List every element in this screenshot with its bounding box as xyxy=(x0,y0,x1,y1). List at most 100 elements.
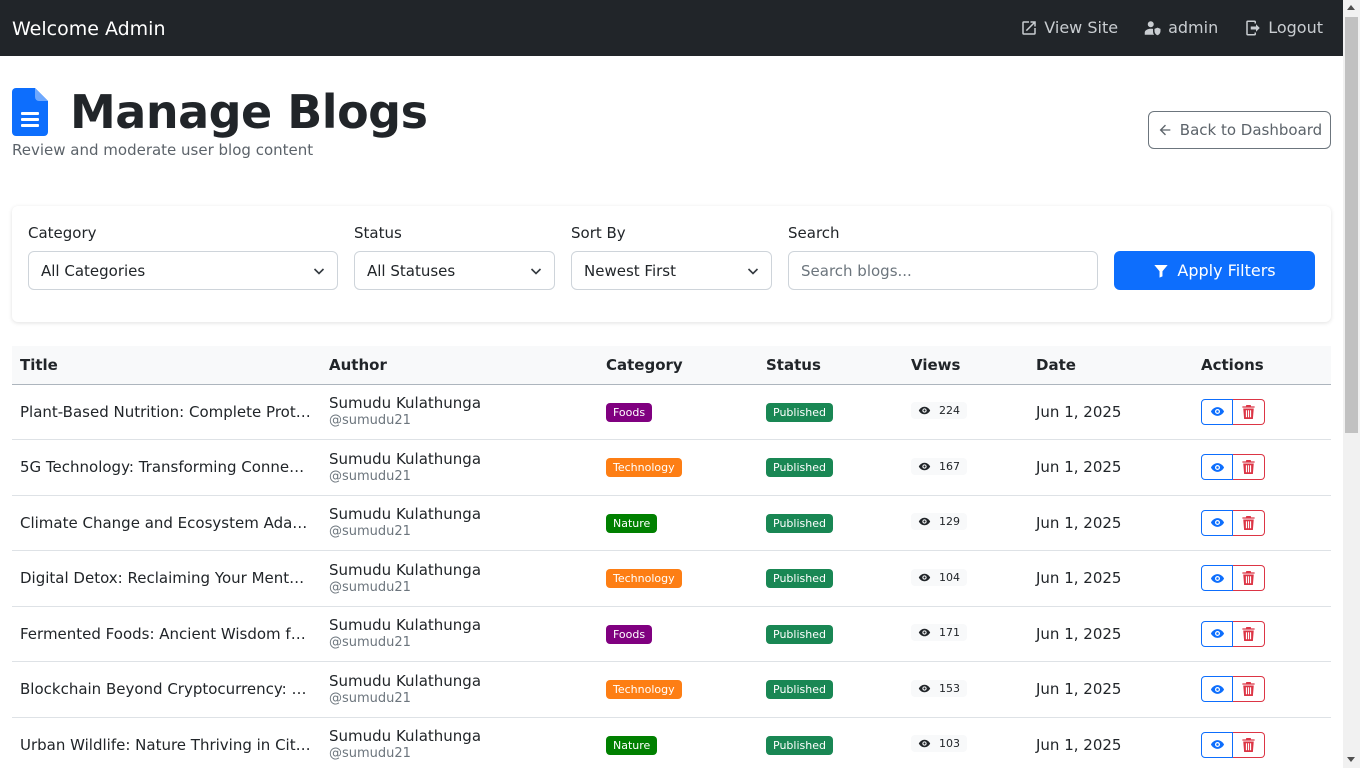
blog-title[interactable]: 5G Technology: Transforming Connectivity xyxy=(20,458,312,476)
blog-title[interactable]: Digital Detox: Reclaiming Your Mental He… xyxy=(20,569,312,587)
view-blog-button[interactable] xyxy=(1201,676,1233,703)
nav-logout-link[interactable]: Logout xyxy=(1244,18,1323,37)
eye-icon xyxy=(1210,684,1224,694)
author-handle: @sumudu21 xyxy=(329,524,411,540)
sort-label: Sort By xyxy=(571,224,626,242)
category-badge: Technology xyxy=(606,569,682,589)
table-header-row: Title Author Category Status Views Date … xyxy=(12,346,1331,385)
table-row: Climate Change and Ecosystem Adaptation … xyxy=(12,495,1331,551)
views-cell: 103 xyxy=(903,717,1028,768)
search-input[interactable]: Search blogs... xyxy=(788,251,1098,290)
nav-view-site-label: View Site xyxy=(1044,18,1119,37)
views-cell: 224 xyxy=(903,384,1028,440)
title-cell: Climate Change and Ecosystem Adaptation xyxy=(12,495,321,551)
author-handle: @sumudu21 xyxy=(329,635,411,651)
actions-cell xyxy=(1193,439,1331,496)
eye-icon xyxy=(918,684,931,693)
category-cell: Nature xyxy=(598,495,758,551)
category-cell: Nature xyxy=(598,717,758,768)
chevron-down-icon xyxy=(530,268,542,275)
scroll-up-arrow-icon[interactable] xyxy=(1347,5,1355,10)
back-to-dashboard-button[interactable]: Back to Dashboard xyxy=(1148,111,1331,149)
status-badge: Published xyxy=(766,680,833,700)
status-select[interactable]: All Statuses xyxy=(354,251,555,290)
filter-card: Category All Categories Status All Statu… xyxy=(12,206,1331,322)
scroll-down-arrow-icon[interactable] xyxy=(1347,757,1355,762)
view-blog-button[interactable] xyxy=(1201,565,1233,592)
author-name: Sumudu Kulathunga xyxy=(329,505,482,524)
scrollbar-thumb[interactable] xyxy=(1345,17,1358,433)
header-status: Status xyxy=(758,346,903,385)
header-actions: Actions xyxy=(1193,346,1331,385)
row-actions xyxy=(1201,731,1265,758)
category-cell: Foods xyxy=(598,384,758,440)
navbar-brand[interactable]: Welcome Admin xyxy=(12,17,166,41)
views-badge: 103 xyxy=(911,735,967,753)
delete-blog-button[interactable] xyxy=(1233,731,1265,758)
back-to-dashboard-label: Back to Dashboard xyxy=(1179,121,1323,139)
actions-cell xyxy=(1193,717,1331,768)
author-name: Sumudu Kulathunga xyxy=(329,671,482,690)
category-badge: Nature xyxy=(606,513,658,533)
category-select[interactable]: All Categories xyxy=(28,251,338,290)
delete-blog-button[interactable] xyxy=(1233,676,1265,703)
trash-icon xyxy=(1242,404,1255,419)
category-badge: Technology xyxy=(606,458,682,478)
view-blog-button[interactable] xyxy=(1201,509,1233,536)
table-row: Digital Detox: Reclaiming Your Mental He… xyxy=(12,550,1331,607)
view-blog-button[interactable] xyxy=(1201,731,1233,758)
category-select-value: All Categories xyxy=(41,261,146,280)
page-title: Manage Blogs xyxy=(70,85,428,139)
nav-view-site-link[interactable]: View Site xyxy=(1020,18,1118,37)
blog-title[interactable]: Plant-Based Nutrition: Complete Protein … xyxy=(20,403,312,421)
blog-title[interactable]: Blockchain Beyond Cryptocurrency: Real W… xyxy=(20,680,312,698)
blog-title[interactable]: Fermented Foods: Ancient Wisdom for Mode… xyxy=(20,625,312,643)
blog-title[interactable]: Climate Change and Ecosystem Adaptation xyxy=(20,514,312,532)
views-badge: 104 xyxy=(911,568,967,586)
delete-blog-button[interactable] xyxy=(1233,565,1265,592)
status-badge: Published xyxy=(766,402,833,422)
status-cell: Published xyxy=(758,661,903,718)
author-cell: Sumudu Kulathunga @sumudu21 xyxy=(321,717,598,768)
status-badge: Published xyxy=(766,569,833,589)
category-badge: Foods xyxy=(606,624,653,644)
actions-cell xyxy=(1193,550,1331,607)
views-count: 224 xyxy=(939,404,960,418)
blog-title[interactable]: Urban Wildlife: Nature Thriving in Citie… xyxy=(20,736,312,754)
delete-blog-button[interactable] xyxy=(1233,398,1265,425)
apply-filters-button[interactable]: Apply Filters xyxy=(1114,251,1315,290)
nav-admin-link[interactable]: admin xyxy=(1144,18,1218,37)
delete-blog-button[interactable] xyxy=(1233,454,1265,481)
row-actions xyxy=(1201,676,1265,703)
delete-blog-button[interactable] xyxy=(1233,620,1265,647)
eye-icon xyxy=(1210,740,1224,750)
views-badge: 167 xyxy=(911,457,967,475)
view-blog-button[interactable] xyxy=(1201,398,1233,425)
date-cell: Jun 1, 2025 xyxy=(1028,550,1193,607)
author-cell: Sumudu Kulathunga @sumudu21 xyxy=(321,550,598,607)
file-icon xyxy=(12,88,48,136)
delete-blog-button[interactable] xyxy=(1233,509,1265,536)
status-select-value: All Statuses xyxy=(367,261,456,280)
page-subtitle: Review and moderate user blog content xyxy=(12,141,314,159)
eye-icon xyxy=(1210,629,1224,639)
status-cell: Published xyxy=(758,550,903,607)
author-cell: Sumudu Kulathunga @sumudu21 xyxy=(321,661,598,718)
row-actions xyxy=(1201,509,1265,536)
date-cell: Jun 1, 2025 xyxy=(1028,439,1193,496)
table-row: Blockchain Beyond Cryptocurrency: Real W… xyxy=(12,661,1331,718)
status-badge: Published xyxy=(766,735,833,755)
views-badge: 129 xyxy=(911,513,967,531)
view-blog-button[interactable] xyxy=(1201,620,1233,647)
sort-select[interactable]: Newest First xyxy=(571,251,772,290)
page-scrollbar[interactable] xyxy=(1343,0,1360,768)
author-name: Sumudu Kulathunga xyxy=(329,727,482,746)
trash-icon xyxy=(1242,571,1255,586)
row-actions xyxy=(1201,620,1265,647)
page-header: Manage Blogs Review and moderate user bl… xyxy=(12,84,428,159)
trash-icon xyxy=(1242,626,1255,641)
status-filter: Status All Statuses xyxy=(354,224,555,290)
table-row: Plant-Based Nutrition: Complete Protein … xyxy=(12,384,1331,440)
view-blog-button[interactable] xyxy=(1201,454,1233,481)
views-count: 129 xyxy=(939,515,960,529)
